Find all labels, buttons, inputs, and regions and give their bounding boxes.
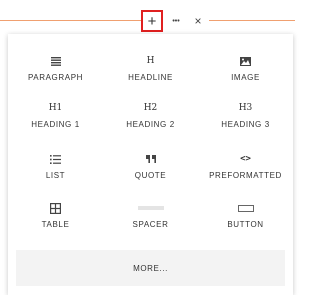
- editor-stage: + ••• × PARAGRAPH H HEADLINE IMAGE H1 HE…: [0, 0, 295, 295]
- block-toolbar: + ••• ×: [141, 9, 209, 33]
- close-button[interactable]: ×: [187, 10, 209, 32]
- more-options-button[interactable]: •••: [165, 10, 187, 32]
- table-icon: [50, 201, 61, 215]
- block-table[interactable]: TABLE: [8, 201, 103, 241]
- block-label: IMAGE: [231, 73, 260, 82]
- block-quote[interactable]: QUOTE: [103, 152, 198, 192]
- block-headline[interactable]: H HEADLINE: [103, 54, 198, 94]
- list-icon: [50, 152, 61, 166]
- block-label: LIST: [45, 171, 66, 180]
- image-icon: [240, 54, 251, 68]
- add-block-button[interactable]: +: [141, 10, 163, 32]
- block-label: QUOTE: [134, 171, 167, 180]
- block-image[interactable]: IMAGE: [198, 54, 293, 94]
- block-paragraph[interactable]: PARAGRAPH: [8, 54, 103, 94]
- paragraph-icon: [50, 54, 61, 68]
- block-label: HEADING 2: [126, 120, 175, 129]
- more-label: MORE...: [133, 263, 168, 273]
- ellipsis-icon: •••: [172, 17, 180, 25]
- block-label: PARAGRAPH: [27, 73, 84, 82]
- quote-icon: [145, 152, 156, 166]
- block-picker-panel: PARAGRAPH H HEADLINE IMAGE H1 HEADING 1 …: [8, 34, 293, 295]
- block-button[interactable]: BUTTON: [198, 201, 293, 241]
- block-heading-1[interactable]: H1 HEADING 1: [8, 101, 103, 141]
- block-spacer[interactable]: SPACER: [103, 201, 198, 241]
- headline-icon: H: [146, 56, 155, 66]
- block-label: BUTTON: [227, 220, 264, 229]
- code-icon: <>: [240, 154, 251, 164]
- close-icon: ×: [194, 14, 202, 28]
- block-list[interactable]: LIST: [8, 152, 103, 192]
- button-icon: [237, 201, 254, 215]
- block-label: HEADLINE: [128, 73, 173, 82]
- block-heading-3[interactable]: H3 HEADING 3: [198, 101, 293, 141]
- block-preformatted[interactable]: <> PREFORMATTED: [198, 152, 293, 192]
- block-label: TABLE: [41, 220, 70, 229]
- heading-1-icon: H1: [48, 103, 63, 113]
- heading-3-icon: H3: [238, 103, 253, 113]
- more-blocks-button[interactable]: MORE...: [16, 250, 285, 286]
- plus-icon: +: [147, 12, 157, 30]
- block-label: HEADING 3: [221, 120, 270, 129]
- block-label: SPACER: [132, 220, 169, 229]
- spacer-icon: [137, 201, 164, 215]
- block-heading-2[interactable]: H2 HEADING 2: [103, 101, 198, 141]
- block-label: PREFORMATTED: [209, 171, 282, 180]
- heading-2-icon: H2: [143, 103, 158, 113]
- block-label: HEADING 1: [31, 120, 80, 129]
